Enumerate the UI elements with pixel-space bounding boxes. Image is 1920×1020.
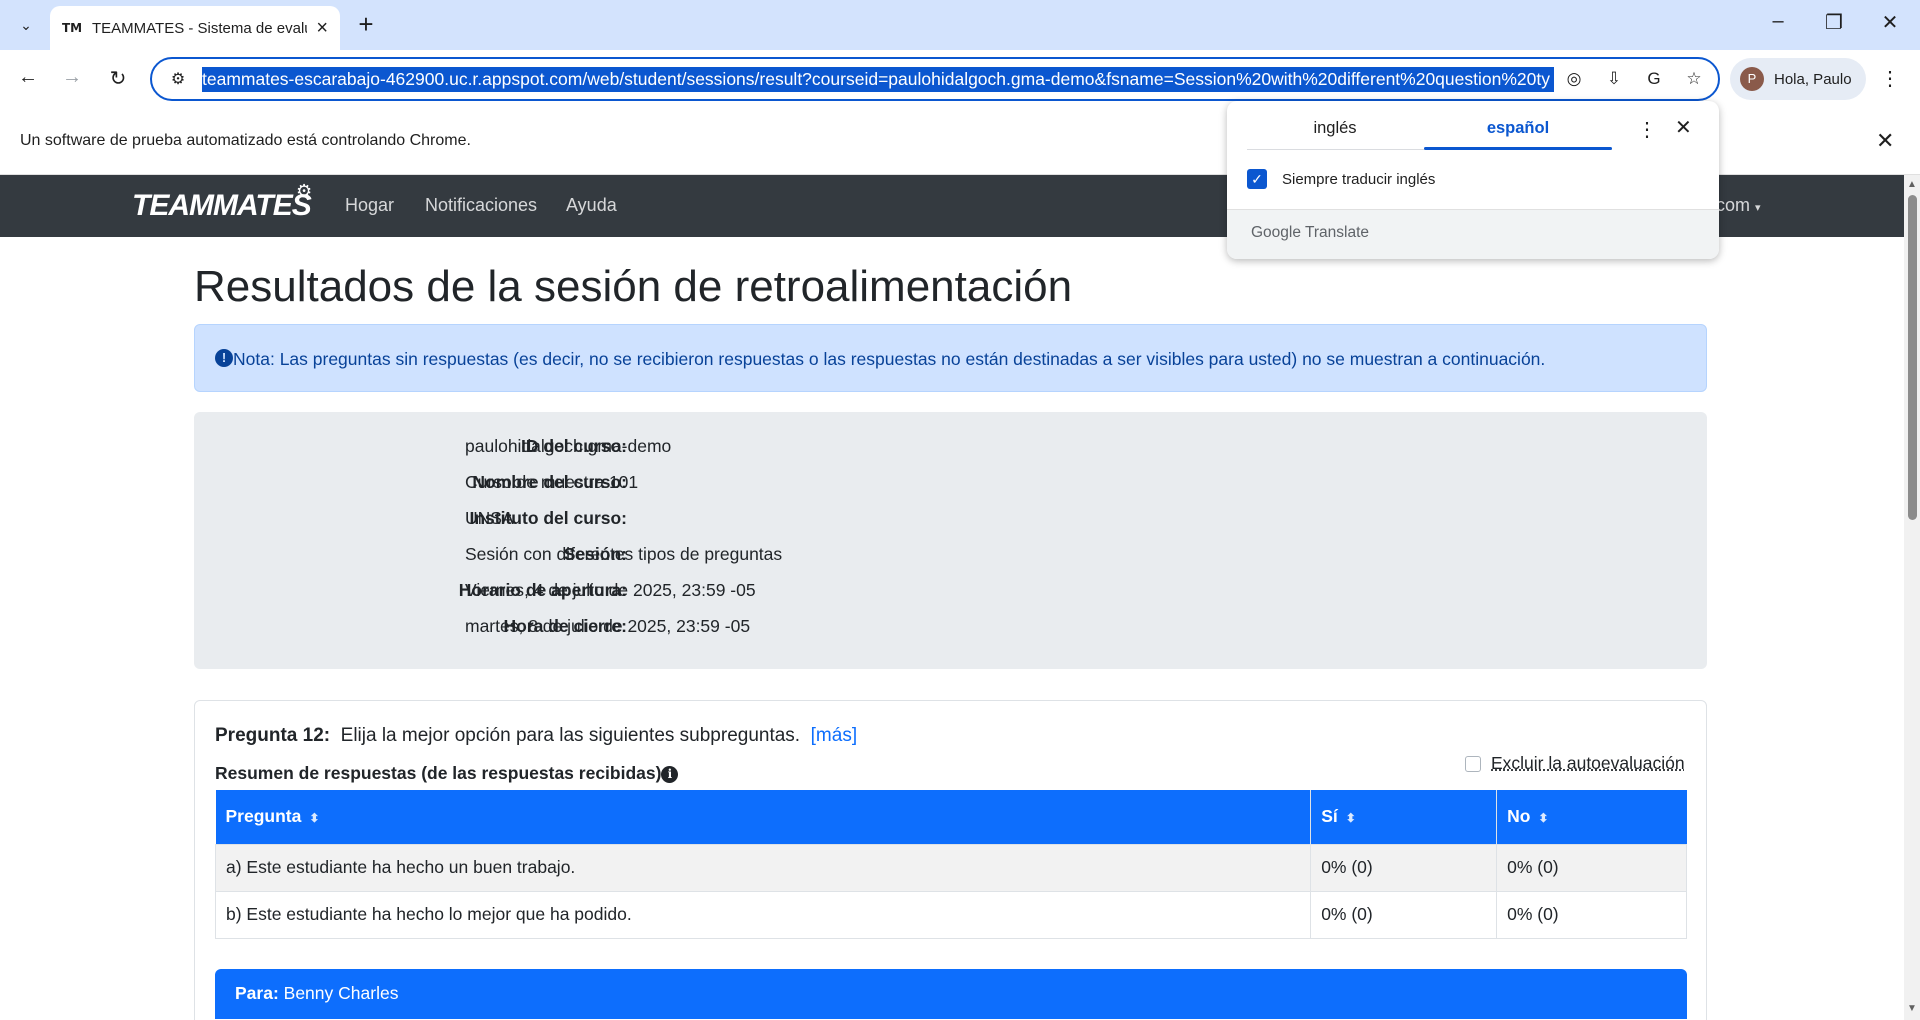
alert-text: Nota: Las preguntas sin respuestas (es d… bbox=[233, 349, 1546, 369]
table-cell: a) Este estudiante ha hecho un buen trab… bbox=[214, 843, 1312, 892]
page-title: Resultados de la sesión de retroalimenta… bbox=[194, 262, 1073, 311]
tab-search-icon[interactable]: ⌄ bbox=[10, 10, 42, 40]
window-close-icon[interactable]: ✕ bbox=[1870, 10, 1910, 35]
close-icon[interactable]: ✕ bbox=[1876, 128, 1894, 154]
table-row: b) Este estudiante ha hecho lo mejor que… bbox=[214, 890, 1687, 939]
course-id-value: paulohidalgoch.gma-demo bbox=[465, 436, 672, 456]
course-institute-value: UNSA bbox=[465, 508, 514, 528]
nav-link-home[interactable]: Hogar bbox=[345, 195, 394, 216]
always-translate-checkbox[interactable]: ✓ bbox=[1247, 169, 1267, 189]
question-number: Pregunta 12: bbox=[215, 725, 331, 746]
question-header: Pregunta 12: Elija la mejor opción para … bbox=[215, 725, 857, 747]
table-cell: 0% (0) bbox=[1310, 843, 1498, 892]
back-icon[interactable]: ← bbox=[14, 66, 42, 89]
column-header-yes[interactable]: Sí ⬍ bbox=[1310, 790, 1498, 844]
translate-popup: inglés español ⋮ ✕ ✓ Siempre traducir in… bbox=[1227, 101, 1719, 259]
user-dropdown-label: com bbox=[1716, 195, 1751, 215]
table-header-row: Pregunta ⬍ Sí ⬍ No ⬍ bbox=[215, 790, 1687, 844]
browser-tab[interactable]: TM TEAMMATES - Sistema de evalu × bbox=[50, 6, 340, 50]
course-name-value: Curso de muestra 101 bbox=[465, 472, 639, 492]
column-header-label: Sí bbox=[1321, 806, 1338, 827]
install-icon[interactable]: ⇩ bbox=[1594, 69, 1634, 89]
exclamation-icon: ! bbox=[215, 349, 233, 367]
lens-icon[interactable]: ◎ bbox=[1554, 69, 1594, 89]
minimize-icon[interactable]: – bbox=[1758, 10, 1798, 33]
profile-button[interactable]: P Hola, Paulo bbox=[1730, 58, 1866, 100]
page-scrollbar[interactable]: ▲ ▼ bbox=[1904, 175, 1920, 1020]
avatar: P bbox=[1740, 67, 1764, 91]
gear-icon: ⚙ bbox=[296, 181, 313, 201]
table-cell: 0% (0) bbox=[1496, 890, 1687, 939]
star-icon[interactable]: ☆ bbox=[1674, 69, 1714, 89]
more-link[interactable]: [más] bbox=[811, 725, 857, 746]
recipient-prefix: Para: bbox=[235, 983, 279, 1003]
column-header-question[interactable]: Pregunta ⬍ bbox=[215, 790, 1312, 844]
google-translate-logo: Google Translate bbox=[1251, 224, 1370, 241]
sort-icon[interactable]: ⬍ bbox=[309, 811, 319, 825]
sort-icon[interactable]: ⬍ bbox=[1538, 811, 1548, 825]
nav-link-notifications[interactable]: Notificaciones bbox=[425, 195, 537, 216]
session-value: Sesión con diferentes tipos de preguntas bbox=[465, 544, 783, 564]
url-text[interactable]: teammates-escarabajo-462900.uc.r.appspot… bbox=[202, 66, 1554, 92]
reload-icon[interactable]: ↻ bbox=[104, 66, 132, 91]
table-cell: 0% (0) bbox=[1496, 843, 1687, 892]
column-header-no[interactable]: No ⬍ bbox=[1496, 790, 1687, 844]
nav-link-help[interactable]: Ayuda bbox=[566, 195, 617, 216]
response-summary-table: Pregunta ⬍ Sí ⬍ No ⬍ a) Este estudiante ha … bbox=[214, 790, 1687, 939]
more-options-icon[interactable]: ⋮ bbox=[1637, 117, 1657, 142]
tab-favicon-icon: TM bbox=[62, 21, 83, 35]
response-summary-heading: Resumen de respuestas (de las respuestas… bbox=[215, 763, 679, 784]
recipient-panel-header[interactable]: Para: Benny Charles bbox=[215, 969, 1687, 1019]
column-header-label: Pregunta bbox=[225, 806, 302, 827]
tab-source-language[interactable]: inglés bbox=[1247, 119, 1423, 138]
infobar-text: Un software de prueba automatizado está … bbox=[20, 132, 471, 149]
opening-time-value: Viernes, 4 de julio de 2025, 23:59 -05 bbox=[465, 580, 756, 600]
translate-icon[interactable]: G bbox=[1634, 69, 1674, 89]
tab-target-language[interactable]: español bbox=[1430, 119, 1606, 138]
profile-label: Hola, Paulo bbox=[1774, 70, 1852, 88]
close-icon[interactable]: × bbox=[316, 17, 328, 40]
column-header-label: No bbox=[1507, 806, 1531, 827]
question-card: Pregunta 12: Elija la mejor opción para … bbox=[194, 700, 1707, 1020]
menu-icon[interactable]: ⋮ bbox=[1880, 66, 1900, 91]
tab-title: TEAMMATES - Sistema de evalu bbox=[92, 19, 307, 37]
closing-time-value: martes, 8 de julio de 2025, 23:59 -05 bbox=[465, 616, 751, 636]
maximize-icon[interactable]: ❐ bbox=[1814, 10, 1854, 35]
user-dropdown[interactable]: com ▾ bbox=[1716, 195, 1761, 216]
exclude-self-checkbox[interactable] bbox=[1465, 755, 1481, 772]
close-icon[interactable]: ✕ bbox=[1675, 115, 1692, 140]
scroll-down-icon[interactable]: ▼ bbox=[1907, 1003, 1917, 1014]
recipient-name: Benny Charles bbox=[283, 983, 399, 1003]
active-tab-indicator bbox=[1424, 147, 1612, 150]
caret-down-icon: ▾ bbox=[1755, 202, 1761, 214]
scroll-up-icon[interactable]: ▲ bbox=[1907, 179, 1917, 190]
new-tab-icon[interactable]: + bbox=[352, 11, 380, 39]
exclude-self-label: Excluir la autoevaluación bbox=[1491, 753, 1685, 773]
question-text: Elija la mejor opción para las siguiente… bbox=[340, 725, 801, 746]
session-info-card: ID del curso: paulohidalgoch.gma-demo No… bbox=[194, 412, 1707, 669]
response-summary-label: Resumen de respuestas (de las respuestas… bbox=[215, 763, 662, 783]
site-info-icon[interactable]: ⚙ bbox=[158, 69, 198, 89]
exclude-self-toggle[interactable]: Excluir la autoevaluación bbox=[1465, 753, 1685, 774]
table-cell: b) Este estudiante ha hecho lo mejor que… bbox=[214, 890, 1312, 939]
forward-icon[interactable]: → bbox=[58, 66, 86, 89]
scrollbar-thumb[interactable] bbox=[1908, 195, 1917, 520]
info-icon[interactable]: i bbox=[661, 766, 679, 783]
translate-footer: Google Translate bbox=[1227, 209, 1719, 259]
table-row: a) Este estudiante ha hecho un buen trab… bbox=[214, 843, 1687, 892]
table-cell: 0% (0) bbox=[1310, 890, 1498, 939]
info-alert: ! Nota: Las preguntas sin respuestas (es… bbox=[194, 324, 1707, 392]
sort-icon[interactable]: ⬍ bbox=[1346, 811, 1356, 825]
always-translate-label: Siempre traducir inglés bbox=[1282, 171, 1436, 188]
address-bar[interactable]: ⚙ teammates-escarabajo-462900.uc.r.appsp… bbox=[150, 57, 1720, 101]
brand-logo[interactable]: TEAMMATES bbox=[132, 189, 312, 223]
